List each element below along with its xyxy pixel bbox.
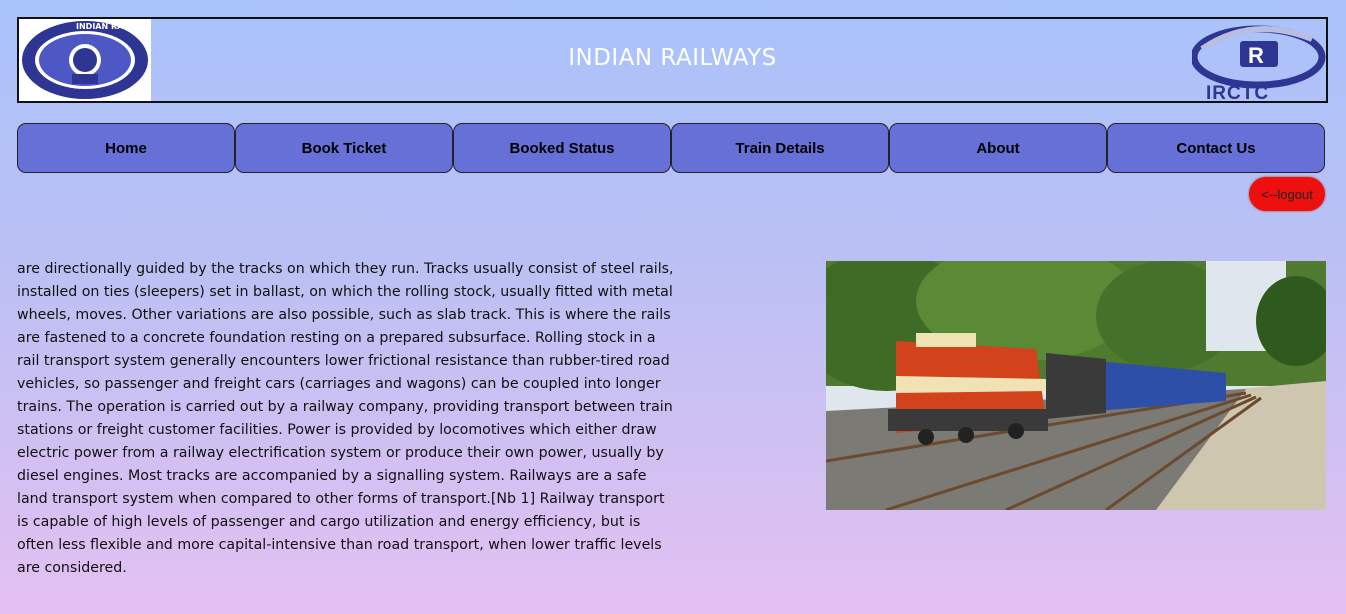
nav-book-ticket[interactable]: Book Ticket [235,123,453,173]
svg-text:R: R [1248,43,1264,68]
nav-booked-status[interactable]: Booked Status [453,123,671,173]
main-nav: Home Book Ticket Booked Status Train Det… [17,123,1325,173]
logout-button[interactable]: <--logout [1249,177,1325,211]
irctc-logo-icon: R IRCTC [1190,19,1326,104]
nav-about[interactable]: About [889,123,1107,173]
irctc-logo-text: IRCTC [1206,83,1269,101]
nav-train-details[interactable]: Train Details [671,123,889,173]
page-title: INDIAN RAILWAYS [568,45,777,71]
site-header: INDIAN RAILWAYS INDIAN RAILWAYS R IRCTC [17,17,1328,104]
nav-home[interactable]: Home [17,123,235,173]
emblem-text: INDIAN RAILWAYS [76,22,150,31]
nav-contact-us[interactable]: Contact Us [1107,123,1325,173]
article-text: are directionally guided by the tracks o… [17,261,674,576]
train-photo [826,261,1326,510]
